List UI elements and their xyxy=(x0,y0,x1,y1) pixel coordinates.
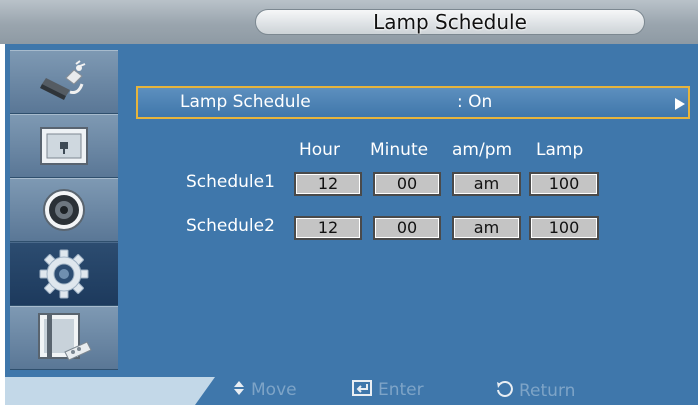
return-label: Return xyxy=(519,381,576,401)
sidebar-item-picture[interactable] xyxy=(10,114,118,178)
lamp-schedule-value: : On xyxy=(457,92,493,112)
lamp-schedule-menu-item[interactable]: Lamp Schedule : On xyxy=(136,86,690,119)
up-down-arrows-icon xyxy=(233,380,245,400)
schedule1-ampm-field[interactable]: am xyxy=(452,172,521,196)
sidebar-item-setup[interactable] xyxy=(10,242,118,306)
schedule2-lamp-field[interactable]: 100 xyxy=(529,216,599,240)
schedule1-lamp-field[interactable]: 100 xyxy=(529,172,599,196)
schedule1-hour-field[interactable]: 12 xyxy=(294,172,362,196)
chevron-right-icon xyxy=(675,98,685,110)
sidebar xyxy=(5,44,118,377)
page-title: Lamp Schedule xyxy=(255,9,645,35)
title-bar: Lamp Schedule xyxy=(0,0,698,44)
schedule2-hour-field[interactable]: 12 xyxy=(294,216,362,240)
schedule2-minute-field[interactable]: 00 xyxy=(373,216,441,240)
return-icon xyxy=(495,380,513,402)
minute-header: Minute xyxy=(370,140,429,160)
lamp-schedule-label: Lamp Schedule xyxy=(180,92,311,112)
schedule1-label: Schedule1 xyxy=(186,172,275,192)
sound-icon xyxy=(43,189,85,231)
return-hint: Return xyxy=(495,380,575,402)
enter-icon xyxy=(352,380,372,400)
lamp-header: Lamp xyxy=(536,140,584,160)
sidebar-item-multi-control[interactable] xyxy=(10,306,118,370)
hour-header: Hour xyxy=(299,140,340,160)
sidebar-item-sound[interactable] xyxy=(10,178,118,242)
footer-hints: Move Enter Return xyxy=(195,377,698,405)
footer-bar: Move Enter Return xyxy=(5,377,698,405)
multi-control-icon xyxy=(38,313,92,361)
enter-label: Enter xyxy=(378,380,424,400)
sidebar-item-input[interactable] xyxy=(10,50,118,114)
move-hint: Move xyxy=(233,380,297,400)
schedule2-ampm-field[interactable]: am xyxy=(452,216,521,240)
schedule2-label: Schedule2 xyxy=(186,216,275,236)
enter-hint: Enter xyxy=(352,380,424,400)
ampm-header: am/pm xyxy=(452,140,513,160)
osd-window: Lamp Schedule Lamp Schedule: On Hour Mi… xyxy=(0,0,698,405)
main-panel: Lamp Schedule : On Hour Minute am/pm Lam… xyxy=(118,44,698,377)
move-label: Move xyxy=(251,380,297,400)
picture-icon xyxy=(40,127,88,165)
schedule1-minute-field[interactable]: 00 xyxy=(373,172,441,196)
input-plug-icon xyxy=(40,60,86,100)
setup-gear-icon xyxy=(39,249,89,299)
